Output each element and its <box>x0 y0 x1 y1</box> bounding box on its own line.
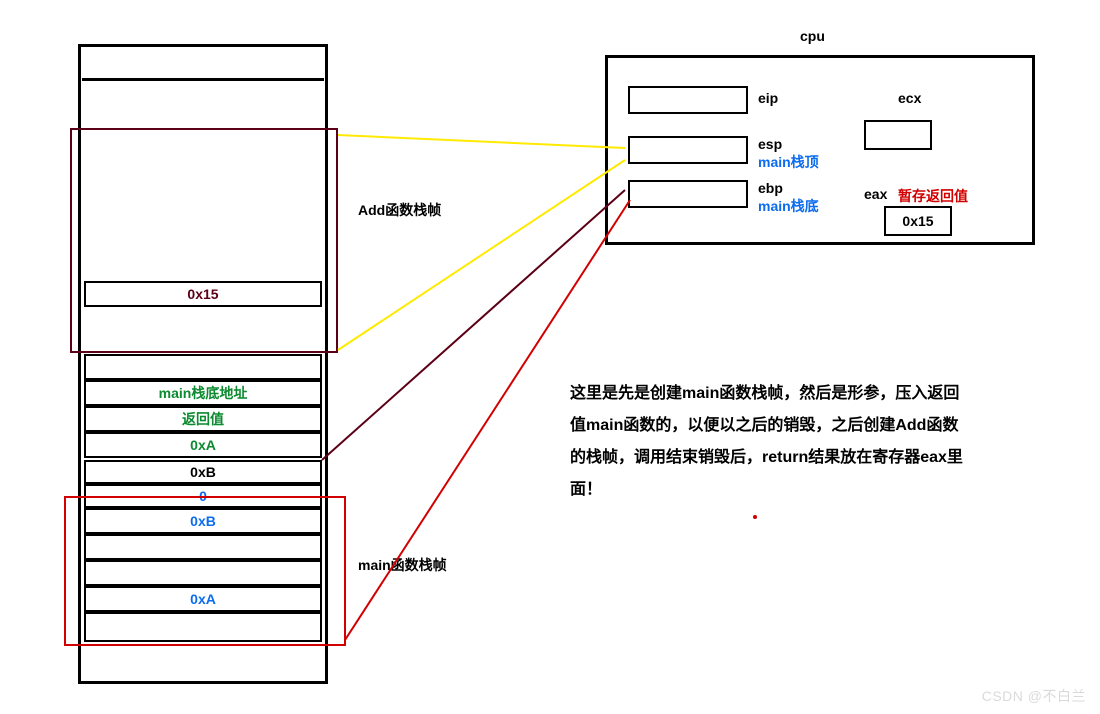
main-function-frame-outline <box>64 496 346 646</box>
stack-cell-main-base-addr: main栈底地址 <box>84 380 322 406</box>
stack-cell-text: 返回值 <box>182 409 224 429</box>
ecx-label: ecx <box>898 90 921 106</box>
add-frame-label: Add函数栈帧 <box>358 200 441 220</box>
ecx-register-box <box>864 120 932 150</box>
watermark: CSDN @不白兰 <box>982 686 1086 706</box>
add-function-frame-outline <box>70 128 338 353</box>
cpu-box: eip esp main栈顶 ebp main栈底 ecx eax 暂存返回值 … <box>605 55 1035 245</box>
esp-label: esp <box>758 136 782 152</box>
ebp-label: ebp <box>758 180 783 196</box>
esp-note: main栈顶 <box>758 152 819 172</box>
eip-register-box <box>628 86 748 114</box>
esp-register-box <box>628 136 748 164</box>
stack-top-divider <box>82 78 324 81</box>
stack-cell-text: 0xA <box>190 437 216 453</box>
explanation-paragraph: 这里是先是创建main函数栈帧，然后是形参，压入返回值main函数的，以便以之后… <box>570 378 970 506</box>
ebp-note: main栈底 <box>758 196 819 216</box>
eax-register-box: 0x15 <box>884 206 952 236</box>
stack-cell-return-value: 返回值 <box>84 406 322 432</box>
eax-label: eax <box>864 186 887 202</box>
eax-note: 暂存返回值 <box>898 186 968 206</box>
stack-cell-text: main栈底地址 <box>159 383 248 403</box>
eip-label: eip <box>758 90 778 106</box>
stack-cell-text: 0xB <box>190 464 216 480</box>
eax-value: 0x15 <box>902 213 933 229</box>
stack-cell-0xB-param: 0xB <box>84 460 322 484</box>
stack-cell-text: 0x15 <box>187 286 218 302</box>
stack-cell-0x15: 0x15 <box>84 281 322 307</box>
stack-cell-empty-gap <box>84 354 322 380</box>
cpu-title: cpu <box>800 28 825 44</box>
ebp-register-box <box>628 180 748 208</box>
main-frame-label: main函数栈帧 <box>358 555 447 575</box>
stack-cell-0xA-param: 0xA <box>84 432 322 458</box>
